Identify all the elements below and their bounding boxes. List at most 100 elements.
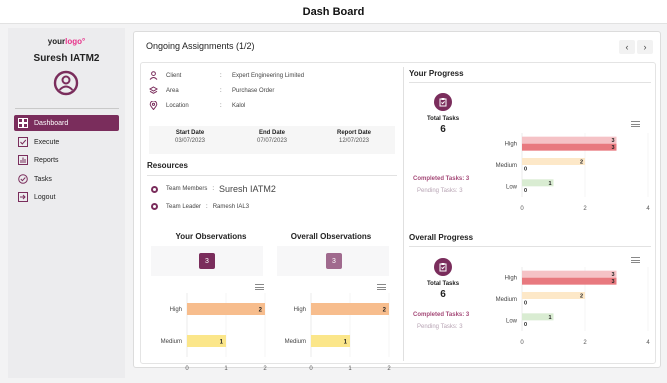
chart-tick-label: 0: [309, 366, 313, 372]
team-members-row: Team Members : Suresh IATM2: [151, 184, 276, 194]
client-value: Expert Engineering Limited: [232, 72, 305, 79]
chart-data-label: 0: [524, 188, 527, 194]
chart-data-label: 0: [524, 322, 527, 328]
chart-category-label: Medium: [496, 297, 517, 303]
chart-data-label: 2: [580, 160, 583, 166]
column-divider: [403, 67, 404, 361]
location-label: Location: [166, 102, 189, 109]
sidebar-item-logout[interactable]: Logout: [14, 189, 119, 205]
start-date: Start Date 03/07/2023: [149, 126, 231, 154]
your-observations-chart: 0 1 2High 2Medium 1: [161, 293, 267, 372]
sidebar-divider: [15, 108, 119, 109]
start-date-value: 03/07/2023: [174, 138, 206, 144]
chart-bar: [522, 136, 617, 144]
chart-tick-label: 1: [348, 366, 352, 372]
overall-observations-chart: 0 1 2High 2Medium 1: [285, 293, 391, 372]
pending-tasks: Pending Tasks: 3: [417, 188, 463, 194]
your-observations-count-box: 3: [151, 246, 263, 276]
sidebar: yourlogo° Suresh IATM2 Dashboard Execute…: [8, 28, 125, 378]
clipboard-icon: [434, 93, 452, 111]
chart-bar: [311, 303, 389, 315]
sidebar-item-dashboard[interactable]: Dashboard: [14, 115, 119, 131]
chart-menu-icon[interactable]: [631, 121, 640, 127]
chart-category-label: High: [505, 142, 517, 148]
chart-data-label: 1: [548, 181, 551, 187]
chart-category-label: Low: [506, 184, 518, 190]
person-icon: [149, 71, 158, 80]
team-members-value: Suresh IATM2: [219, 184, 276, 194]
overall-progress-chart: 0 2 4 High 33 Medium 2 0 Low 1 0: [496, 267, 650, 346]
user-avatar-icon[interactable]: [53, 70, 79, 96]
colon: :: [220, 72, 222, 79]
area-label: Area: [166, 87, 179, 94]
end-date: End Date 07/07/2023: [231, 126, 313, 154]
chart-data-label: 0: [524, 301, 527, 307]
chart-tick-label: 0: [520, 340, 524, 346]
location-row: Location : Kalol: [149, 101, 245, 110]
chart-category-label: Low: [506, 318, 518, 324]
total-tasks-label: Total Tasks: [426, 116, 460, 122]
your-observations-count[interactable]: 3: [199, 253, 215, 269]
chart-bar: [522, 277, 617, 285]
chart-data-label: 3: [611, 279, 614, 285]
chart-tick-label: 4: [646, 206, 650, 212]
colon: :: [212, 186, 215, 192]
chart-bar: [522, 158, 585, 165]
resources-title: Resources: [147, 161, 188, 170]
sidebar-item-label: Logout: [34, 193, 56, 201]
location-pin-icon: [149, 101, 158, 110]
your-progress-summary: Total Tasks 6: [413, 93, 473, 135]
page-title: Dash Board: [302, 5, 365, 18]
dates-strip: Start Date 03/07/2023 End Date 07/07/202…: [149, 126, 395, 154]
your-progress-divider: [409, 82, 651, 83]
area-value: Purchase Order: [232, 87, 275, 94]
total-tasks-value: 6: [440, 124, 446, 135]
team-leader-label: Team Leader: [166, 203, 202, 210]
overall-observations-count-box: 3: [277, 246, 389, 276]
sidebar-item-execute[interactable]: Execute: [14, 134, 119, 150]
report-date-label: Report Date: [336, 130, 371, 136]
colon: :: [220, 102, 222, 109]
chart-tick-label: 0: [185, 366, 189, 372]
your-progress-title: Your Progress: [409, 69, 464, 78]
pending-tasks: Pending Tasks: 3: [417, 324, 463, 330]
assignments-panel: Ongoing Assignments (1/2) ‹ › Client : E…: [133, 31, 661, 372]
next-assignment-button[interactable]: ›: [637, 40, 653, 54]
chart-data-label: 1: [548, 315, 551, 321]
completed-tasks: Completed Tasks: 3: [413, 312, 470, 318]
report-date: Report Date 12/07/2023: [313, 126, 395, 154]
chart-category-label: Medium: [161, 339, 182, 345]
chart-tick-label: 0: [520, 206, 524, 212]
bullet-icon: [151, 203, 158, 210]
clipboard-icon: [434, 258, 452, 276]
logo-accent-text: logo: [65, 37, 83, 46]
bullet-icon: [151, 185, 158, 193]
dashboard-icon: [18, 118, 28, 128]
team-leader-value: Ramesh IAL3: [212, 203, 250, 210]
logo-text: your: [47, 37, 66, 46]
chart-data-label: 3: [611, 138, 614, 144]
area-row: Area : Purchase Order: [149, 86, 274, 95]
sidebar-item-tasks[interactable]: Tasks: [14, 171, 119, 187]
chart-bar: [522, 292, 585, 299]
logo-mark: °: [82, 37, 86, 46]
chart-tick-label: 4: [646, 340, 650, 346]
chart-tick-label: 2: [583, 340, 587, 346]
sidebar-item-reports[interactable]: Reports: [14, 152, 119, 168]
end-date-label: End Date: [258, 130, 285, 136]
overall-progress-divider: [409, 246, 651, 247]
colon: :: [206, 203, 208, 210]
team-leader-row: Team Leader : Ramesh IAL3: [151, 203, 249, 210]
logout-icon: [18, 192, 28, 202]
sidebar-item-label: Tasks: [34, 175, 52, 183]
prev-assignment-button[interactable]: ‹: [619, 40, 635, 54]
chart-category-label: High: [505, 276, 517, 282]
overall-observations-count[interactable]: 3: [326, 253, 342, 269]
chart-category-label: Medium: [496, 163, 517, 169]
chart-data-label: 3: [611, 272, 614, 278]
layers-icon: [149, 86, 158, 94]
location-value: Kalol: [232, 102, 246, 109]
bar-chart-icon: [18, 155, 28, 165]
end-date-value: 07/07/2023: [256, 138, 288, 144]
chart-category-label: Medium: [285, 339, 306, 345]
